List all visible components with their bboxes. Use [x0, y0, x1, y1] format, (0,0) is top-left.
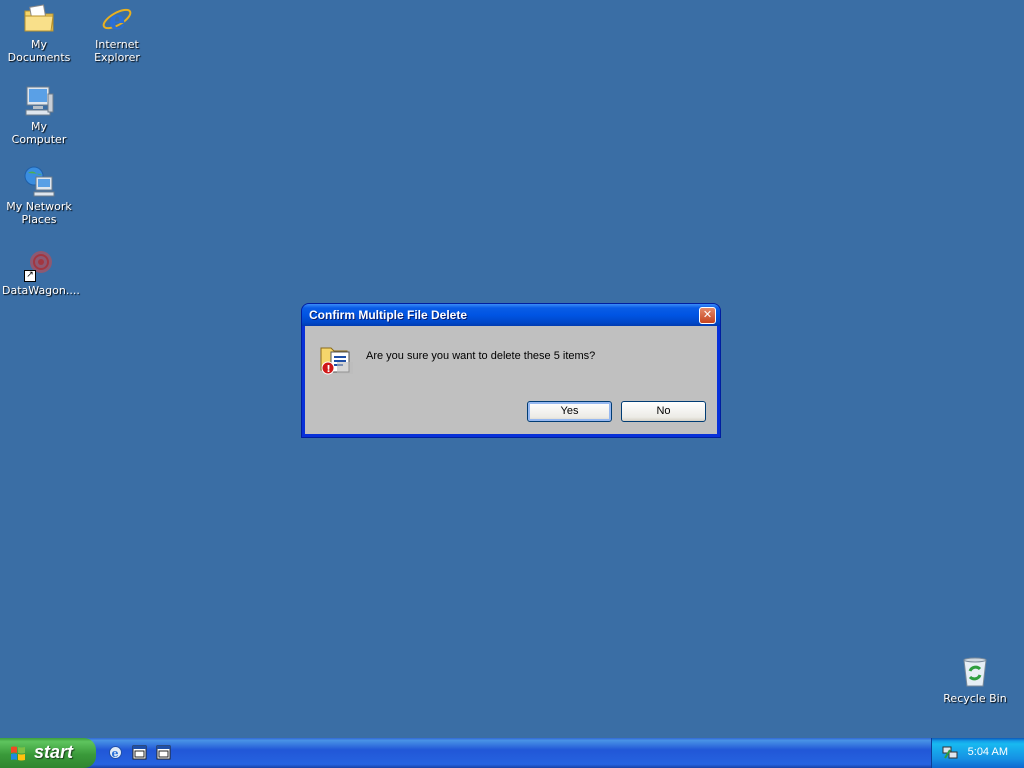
recycle-bin-icon: [958, 656, 992, 690]
window-icon[interactable]: [156, 745, 171, 760]
close-button[interactable]: ✕: [699, 307, 716, 324]
desktop-icon-datawagon[interactable]: ↗ DataWagon....: [0, 248, 80, 297]
desktop-icon-my-network-places[interactable]: My Network Places: [0, 164, 78, 226]
confirm-delete-dialog: Confirm Multiple File Delete ✕ ! Are you…: [302, 304, 720, 437]
desktop-icon-label: My Documents: [7, 38, 71, 64]
close-icon: ✕: [702, 308, 713, 321]
dialog-titlebar[interactable]: Confirm Multiple File Delete ✕: [302, 304, 720, 326]
internet-explorer-icon[interactable]: e: [108, 745, 123, 760]
yes-button[interactable]: Yes: [527, 401, 612, 422]
system-tray: 5:04 AM: [931, 738, 1024, 768]
desktop-icon-label: My Computer: [11, 120, 67, 146]
internet-explorer-icon: e: [100, 2, 134, 36]
network-places-icon: [22, 164, 56, 198]
network-tray-icon[interactable]: [942, 746, 958, 760]
svg-text:!: !: [326, 364, 331, 375]
computer-icon: [22, 84, 56, 118]
desktop-icon-label: Recycle Bin: [943, 692, 1007, 705]
start-button[interactable]: start: [0, 738, 96, 768]
clock[interactable]: 5:04 AM: [968, 746, 1008, 758]
dialog-body: ! Are you sure you want to delete these …: [305, 326, 717, 434]
desktop-icon-my-computer[interactable]: My Computer: [0, 84, 78, 146]
desktop-icon-my-documents[interactable]: My Documents: [0, 2, 78, 64]
start-label: start: [34, 742, 74, 762]
desktop-icon-label: My Network Places: [6, 200, 72, 226]
desktop-icon-label: DataWagon....: [2, 284, 80, 297]
desktop-icon-label: Internet Explorer: [94, 38, 140, 64]
no-button[interactable]: No: [621, 401, 706, 422]
windows-logo-icon: [11, 746, 25, 761]
svg-text:e: e: [109, 6, 126, 36]
window-icon[interactable]: [132, 745, 147, 760]
delete-files-warning-icon: !: [319, 342, 355, 376]
dialog-title: Confirm Multiple File Delete: [309, 308, 468, 322]
shortcut-arrow-icon: ↗: [24, 270, 36, 282]
folder-documents-icon: [22, 2, 56, 36]
dialog-message: Are you sure you want to delete these 5 …: [366, 350, 596, 362]
datawagon-shortcut-icon: ↗: [22, 248, 56, 282]
taskbar: start e 5:04 AM: [0, 738, 1024, 768]
svg-text:e: e: [112, 747, 119, 760]
desktop-icon-recycle-bin[interactable]: Recycle Bin: [936, 656, 1014, 705]
desktop-icon-internet-explorer[interactable]: e Internet Explorer: [78, 2, 156, 64]
